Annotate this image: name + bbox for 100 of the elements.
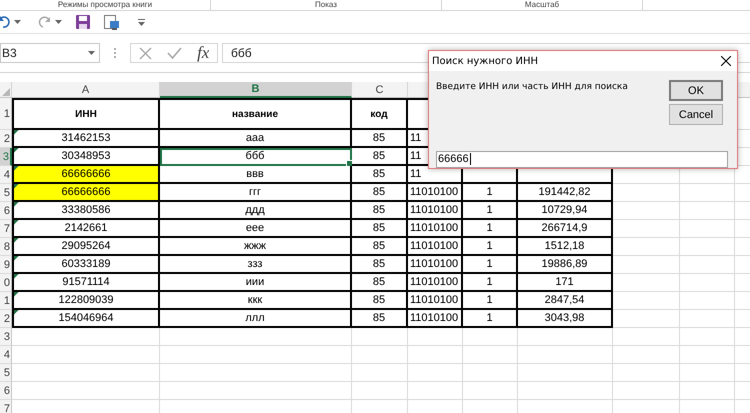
search-input[interactable]: 66666 <box>436 151 728 168</box>
print-preview-icon[interactable] <box>104 14 120 30</box>
row-header[interactable]: 2 <box>0 130 12 148</box>
save-icon[interactable] <box>76 15 90 29</box>
table-cell: 85 <box>352 202 408 220</box>
row-header[interactable]: 6 <box>0 202 12 220</box>
table-cell <box>680 310 735 328</box>
row-header[interactable]: 3 <box>0 148 12 166</box>
table-cell <box>613 238 680 256</box>
row-header[interactable]: 7 <box>0 220 12 238</box>
empty-cell <box>613 346 680 364</box>
table-cell <box>613 274 680 292</box>
row-header[interactable]: 5 <box>0 184 12 202</box>
table-cell: ввв <box>160 166 352 184</box>
table-cell: 191442,82 <box>518 184 613 202</box>
table-cell: 3043,98 <box>518 310 613 328</box>
table-cell: 171 <box>518 274 613 292</box>
close-icon[interactable] <box>721 56 731 66</box>
table-cell: 85 <box>352 274 408 292</box>
table-cell: ббб <box>160 148 352 166</box>
empty-cell <box>680 364 735 382</box>
empty-cell <box>408 346 463 364</box>
dialog-title: Поиск нужного ИНН <box>432 56 538 66</box>
table-cell: 85 <box>352 310 408 328</box>
row-header[interactable]: 8 <box>0 238 12 256</box>
name-box[interactable]: B3 <box>0 43 100 63</box>
column-header[interactable]: A <box>12 82 160 98</box>
table-cell: 33380586 <box>12 202 160 220</box>
table-cell: 85 <box>352 220 408 238</box>
table-cell <box>680 256 735 274</box>
table-cell <box>680 292 735 310</box>
table-cell: ааа <box>160 130 352 148</box>
table-cell: 19886,89 <box>518 256 613 274</box>
empty-cell <box>680 382 735 400</box>
table-cell: жжж <box>160 238 352 256</box>
table-cell: 1 <box>463 220 518 238</box>
table-cell: иии <box>160 274 352 292</box>
row-header[interactable]: 1 <box>0 292 12 310</box>
table-cell <box>680 202 735 220</box>
table-cell: 11010100 <box>408 202 463 220</box>
table-cell: 85 <box>352 148 408 166</box>
row-header[interactable]: 5 <box>0 364 12 382</box>
dialog-message: Введите ИНН или часть ИНН для поиска <box>436 82 628 92</box>
ribbon-group-label: Режимы просмотра книги <box>0 0 211 10</box>
table-cell: 85 <box>352 292 408 310</box>
dialog-button[interactable]: OK <box>669 80 723 101</box>
table-cell: ллл <box>160 310 352 328</box>
table-cell <box>613 220 680 238</box>
table-cell: 1 <box>463 202 518 220</box>
check-icon[interactable] <box>166 47 182 59</box>
undo-icon[interactable] <box>0 16 10 28</box>
row-header[interactable]: 6 <box>0 382 12 400</box>
table-cell: ддд <box>160 202 352 220</box>
table-cell: 2847,54 <box>518 292 613 310</box>
table-cell: 85 <box>352 184 408 202</box>
table-cell: 85 <box>352 130 408 148</box>
empty-cell <box>463 364 518 382</box>
empty-cell <box>613 364 680 382</box>
table-cell: 31462153 <box>12 130 160 148</box>
row-header[interactable]: 1 <box>0 98 12 130</box>
customize-toolbar-icon[interactable] <box>138 18 145 26</box>
column-header[interactable]: C <box>352 82 408 98</box>
table-cell: 11010100 <box>408 310 463 328</box>
dialog-button[interactable]: Cancel <box>669 104 723 125</box>
empty-cell <box>408 382 463 400</box>
row-header[interactable]: 4 <box>0 166 12 184</box>
empty-cell <box>352 346 408 364</box>
table-cell: ззз <box>160 256 352 274</box>
empty-cell <box>352 364 408 382</box>
table-cell: 60333189 <box>12 256 160 274</box>
empty-cell <box>680 328 735 346</box>
table-cell: 1512,18 <box>518 238 613 256</box>
table-cell: 2142661 <box>12 220 160 238</box>
table-cell <box>613 184 680 202</box>
insert-function-button[interactable]: fx <box>197 43 210 63</box>
table-cell: 29095264 <box>12 238 160 256</box>
dropdown-arrow-icon[interactable] <box>55 20 62 24</box>
table-cell: 11010100 <box>408 220 463 238</box>
row-header[interactable]: 3 <box>0 328 12 346</box>
table-cell: ккк <box>160 292 352 310</box>
table-cell: 1 <box>463 292 518 310</box>
row-header[interactable]: 2 <box>0 310 12 328</box>
table-cell: ггг <box>160 184 352 202</box>
table-cell: 85 <box>352 238 408 256</box>
table-cell: 1 <box>463 274 518 292</box>
empty-cell <box>408 364 463 382</box>
table-cell: 66666666 <box>12 184 160 202</box>
empty-cell <box>680 346 735 364</box>
row-header[interactable]: 4 <box>0 346 12 364</box>
table-cell: 11010100 <box>408 238 463 256</box>
row-header[interactable]: 9 <box>0 256 12 274</box>
table-cell <box>680 274 735 292</box>
row-header[interactable]: 0 <box>0 274 12 292</box>
dropdown-arrow-icon[interactable] <box>14 20 21 24</box>
table-cell <box>680 184 735 202</box>
row-header[interactable]: 7 <box>0 400 12 413</box>
table-cell: 1 <box>463 184 518 202</box>
column-header[interactable]: B <box>160 82 352 98</box>
table-cell: 154046964 <box>12 310 160 328</box>
table-cell: 85 <box>352 166 408 184</box>
